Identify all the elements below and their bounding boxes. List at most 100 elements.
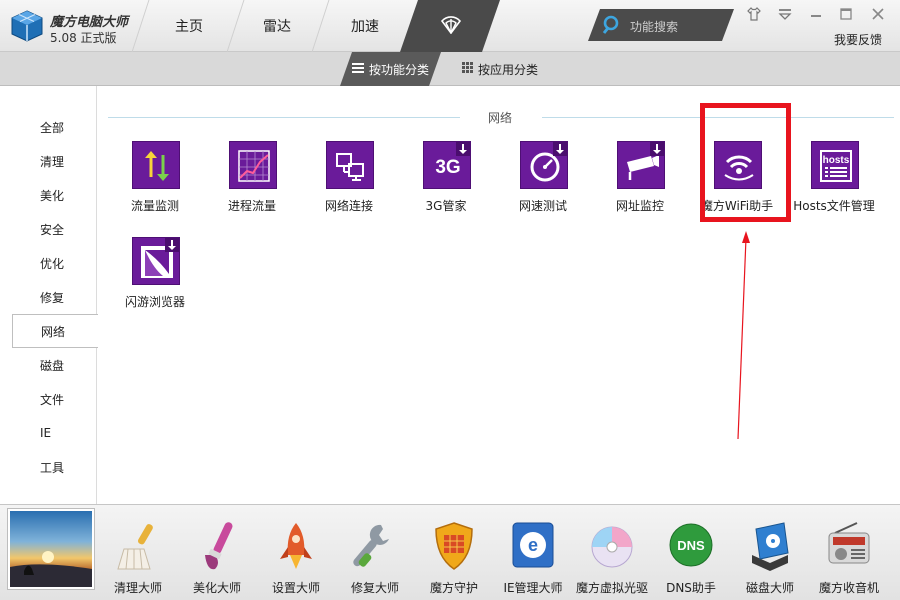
dock-label: DNS助手 [666,581,716,595]
svg-text:e: e [528,535,538,555]
title-bar: 魔方电脑大师 5.08 正式版 主页 雷达 加速 功能搜索 我要反馈 [0,0,900,52]
category-sidebar: 全部 清理 美化 安全 优化 修复 网络 磁盘 文件 IE 工具 [0,86,98,504]
tool-traffic-monitor[interactable]: 流量监测 [110,141,200,221]
category-mode-bar: 按功能分类 按应用分类 [0,52,900,86]
tab-radar[interactable]: 雷达 [233,0,321,52]
tab-by-function[interactable]: 按功能分类 [340,52,441,86]
rocket-icon [280,523,312,569]
function-search-box[interactable]: 功能搜索 [588,9,734,41]
dock-virtual-drive[interactable]: 魔方虚拟光驱 [572,511,652,597]
tool-label: 进程流量 [227,199,276,213]
app-logo-icon [11,10,43,42]
tool-label: 网速测试 [518,199,567,213]
radio-icon [828,522,870,564]
svg-text:DNS: DNS [677,538,705,553]
dock-label: 修复大师 [350,581,399,595]
radar-icon [440,16,462,34]
sidebar-item-tools[interactable]: 工具 [0,450,97,484]
sidebar-item-ie[interactable]: IE [0,416,97,450]
tab-by-application[interactable]: 按应用分类 [450,52,550,86]
tool-process-traffic[interactable]: 进程流量 [207,141,297,221]
dock-guard[interactable]: 魔方守护 [414,511,494,597]
dock-label: 魔方守护 [429,581,478,595]
sidebar-item-file[interactable]: 文件 [0,382,97,416]
dock-ie-master[interactable]: e IE管理大师 [493,511,573,597]
tab-by-function-label: 按功能分类 [369,62,430,77]
tool-hosts-manager[interactable]: hosts Hosts文件管理 [789,141,879,221]
tool-url-monitor[interactable]: 网址监控 [595,141,685,221]
wallpaper-thumbnail[interactable] [8,509,94,589]
app-version: 5.08 正式版 [50,31,117,45]
tool-speed-test[interactable]: 网速测试 [498,141,588,221]
wrench-icon [353,524,389,567]
network-connection-icon [326,141,374,189]
paintbrush-icon [205,522,233,570]
dock-label: 设置大师 [271,581,320,595]
sidebar-item-repair[interactable]: 修复 [0,280,97,314]
tool-label: 闪游浏览器 [124,295,185,309]
list-icon [352,62,364,76]
minimize-icon[interactable] [808,6,824,22]
camera-icon [617,141,665,189]
search-icon [602,15,619,34]
feedback-link[interactable]: 我要反馈 [834,31,882,48]
speedometer-icon [520,141,568,189]
sidebar-item-network[interactable]: 网络 [12,314,98,348]
grid-icon [462,62,473,76]
dock-label: 美化大师 [192,581,241,595]
tool-label: Hosts文件管理 [793,199,875,213]
sidebar-item-beautify[interactable]: 美化 [0,178,97,212]
sidebar-item-all[interactable]: 全部 [0,110,97,144]
download-badge-icon [553,142,567,156]
dock-label: 魔方虚拟光驱 [575,581,648,595]
search-label: 功能搜索 [630,20,679,34]
broom-icon [117,524,153,570]
download-badge-icon [165,238,179,252]
sidebar-item-security[interactable]: 安全 [0,212,97,246]
sidebar-item-optimize[interactable]: 优化 [0,246,97,280]
dock-label: 清理大师 [113,581,162,595]
dock-repair-master[interactable]: 修复大师 [335,511,415,597]
browser-icon [132,237,180,285]
dock-disk-master[interactable]: 磁盘大师 [730,511,810,597]
traffic-arrows-icon [132,141,180,189]
tab-home[interactable]: 主页 [145,0,233,52]
download-badge-icon [456,142,470,156]
download-badge-icon [650,142,664,156]
tool-label: 网址监控 [615,199,664,213]
dock-dns-assistant[interactable]: DNS DNS助手 [651,511,731,597]
tool-label: 3G管家 [425,199,467,213]
tool-flash-browser[interactable]: 闪游浏览器 [110,237,200,317]
sidebar-item-disk[interactable]: 磁盘 [0,348,97,382]
highlight-annotation-box [700,103,791,222]
dock-beautify-master[interactable]: 美化大师 [177,511,257,597]
sidebar-item-clean[interactable]: 清理 [0,144,97,178]
dropdown-icon[interactable] [777,6,793,22]
svg-text:3G: 3G [435,157,460,178]
tab-speedup[interactable]: 加速 [321,0,409,52]
app-dock: 清理大师 美化大师 设置大师 修复大师 魔方守护 e IE管理大师 魔方虚拟光驱… [0,504,900,600]
close-icon[interactable] [870,6,886,22]
shirt-icon[interactable] [746,6,762,22]
hosts-file-icon: hosts [811,141,859,189]
app-title: 魔方电脑大师 [50,15,129,30]
tab-by-application-label: 按应用分类 [478,62,539,77]
dock-label: 磁盘大师 [745,581,794,595]
section-divider [108,117,460,118]
dock-clean-master[interactable]: 清理大师 [98,511,178,597]
3g-icon: 3G [423,141,471,189]
tool-label: 网络连接 [324,199,373,213]
tool-3g-manager[interactable]: 3G 3G管家 [401,141,491,221]
ie-icon: e [512,522,554,568]
tool-label: 流量监测 [130,199,179,213]
disk-icon [752,522,789,571]
dns-icon: DNS [669,523,713,567]
process-graph-icon [229,141,277,189]
section-title: 网络 [487,111,512,125]
svg-text:hosts: hosts [823,155,850,166]
dock-settings-master[interactable]: 设置大师 [256,511,336,597]
dock-radio[interactable]: 魔方收音机 [809,511,889,597]
tool-grid-area: 网络 流量监测 进程流量 网络连接 3G 3G管家 网速测试 网址监控 魔方Wi… [98,86,900,504]
tool-network-connection[interactable]: 网络连接 [304,141,394,221]
maximize-icon[interactable] [838,6,854,22]
